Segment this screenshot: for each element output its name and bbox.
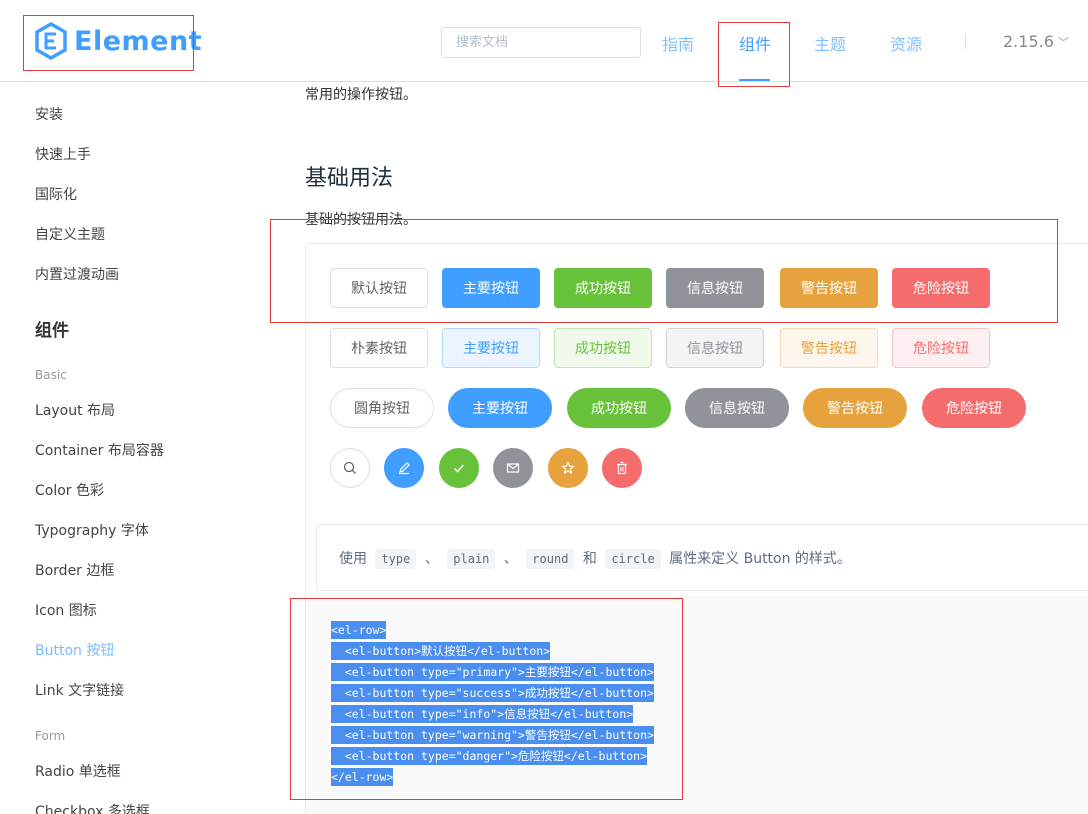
search-input[interactable] <box>441 27 641 58</box>
sidebar-item-color[interactable]: Color 色彩 <box>35 480 104 500</box>
star-icon <box>561 461 575 475</box>
nav-theme[interactable]: 主题 <box>814 31 846 55</box>
circle-check-button[interactable] <box>439 448 479 488</box>
chevron-down-icon[interactable]: ﹀ <box>1058 34 1069 50</box>
sidebar-item-i18n[interactable]: 国际化 <box>35 184 77 204</box>
round-info-button[interactable]: 信息按钮 <box>685 388 789 428</box>
sidebar-group-form: Form <box>35 729 66 743</box>
meta-sep: 、 <box>503 551 518 567</box>
search-icon <box>343 461 356 474</box>
round-primary-button[interactable]: 主要按钮 <box>448 388 552 428</box>
annotation-box-buttons <box>270 219 1058 323</box>
plain-info-button[interactable]: 信息按钮 <box>666 328 764 368</box>
annotation-box-logo <box>23 15 194 71</box>
sidebar-item-transition[interactable]: 内置过渡动画 <box>35 264 119 284</box>
sidebar-item-link[interactable]: Link 文字链接 <box>35 680 124 700</box>
sidebar-group-basic: Basic <box>35 368 67 382</box>
plain-default-button[interactable]: 朴素按钮 <box>330 328 428 368</box>
sidebar-item-checkbox[interactable]: Checkbox 多选框 <box>35 801 150 814</box>
sidebar-item-button[interactable]: Button 按钮 <box>35 640 114 660</box>
nav-resources[interactable]: 资源 <box>890 31 922 55</box>
check-icon <box>453 464 465 473</box>
plain-danger-button[interactable]: 危险按钮 <box>892 328 990 368</box>
circle-edit-button[interactable] <box>384 448 424 488</box>
annotation-box-nav <box>718 22 790 87</box>
message-icon <box>506 463 520 473</box>
circle-search-button[interactable] <box>330 448 370 488</box>
demo-description: 使用 type 、 plain 、 round 和 circle 属性来定义 B… <box>316 524 1088 591</box>
circle-message-button[interactable] <box>493 448 533 488</box>
sidebar-item-typography[interactable]: Typography 字体 <box>35 520 149 540</box>
sidebar-item-container[interactable]: Container 布局容器 <box>35 440 164 460</box>
section-heading: 基础用法 <box>305 166 394 191</box>
nav-divider <box>965 34 966 49</box>
nav-guide[interactable]: 指南 <box>662 31 694 55</box>
round-danger-button[interactable]: 危险按钮 <box>922 388 1026 428</box>
plain-warning-button[interactable]: 警告按钮 <box>780 328 878 368</box>
round-default-button[interactable]: 圆角按钮 <box>330 388 434 428</box>
sidebar-item-icon[interactable]: Icon 图标 <box>35 600 97 620</box>
sidebar-item-install[interactable]: 安装 <box>35 104 63 124</box>
edit-icon <box>399 462 410 475</box>
plain-success-button[interactable]: 成功按钮 <box>554 328 652 368</box>
plain-primary-button[interactable]: 主要按钮 <box>442 328 540 368</box>
sidebar-item-quickstart[interactable]: 快速上手 <box>35 144 91 164</box>
code-circle: circle <box>605 549 661 569</box>
sidebar-item-radio[interactable]: Radio 单选框 <box>35 761 121 781</box>
meta-prefix: 使用 <box>339 551 367 567</box>
code-plain: plain <box>447 549 496 569</box>
sidebar-item-border[interactable]: Border 边框 <box>35 560 114 580</box>
sidebar-item-layout[interactable]: Layout 布局 <box>35 400 115 420</box>
code-type: type <box>375 549 417 569</box>
meta-sep: 、 <box>424 551 439 567</box>
annotation-box-code <box>290 598 683 800</box>
page-intro: 常用的操作按钮。 <box>305 87 417 103</box>
delete-icon <box>617 461 627 475</box>
code-round: round <box>526 549 575 569</box>
version-select[interactable]: 2.15.6 <box>1003 32 1054 51</box>
meta-suffix: 属性来定义 Button 的样式。 <box>669 551 851 567</box>
meta-and: 和 <box>582 551 597 567</box>
circle-delete-button[interactable] <box>602 448 642 488</box>
sidebar-item-custom-theme[interactable]: 自定义主题 <box>35 224 105 244</box>
sidebar: 安装 快速上手 国际化 自定义主题 内置过渡动画 组件 Basic Layout… <box>0 82 280 814</box>
circle-star-button[interactable] <box>548 448 588 488</box>
round-success-button[interactable]: 成功按钮 <box>567 388 671 428</box>
round-warning-button[interactable]: 警告按钮 <box>803 388 907 428</box>
sidebar-section-title: 组件 <box>35 321 69 341</box>
